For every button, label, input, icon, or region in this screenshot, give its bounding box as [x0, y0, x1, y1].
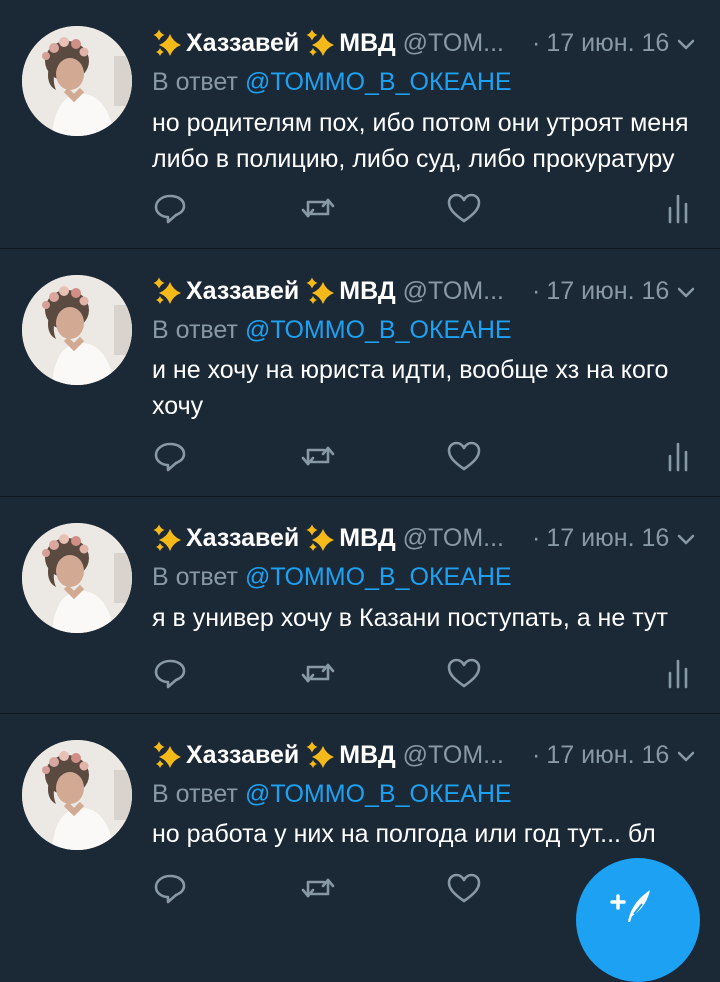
tweet[interactable]: Хаззавей МВД @TOM... · 17 июн. 16 В отве… — [0, 497, 720, 714]
tweet-text: но родителям пох, ибо потом они утроят м… — [152, 109, 689, 173]
reply-label: В ответ — [152, 563, 238, 591]
sparkles-icon — [152, 740, 182, 770]
tweet-actions — [0, 438, 720, 478]
author-name-left[interactable]: Хаззавей — [186, 29, 299, 58]
avatar[interactable] — [22, 523, 132, 633]
tweet[interactable]: Хаззавей МВД @TOM... · 17 июн. 16 В отве… — [0, 249, 720, 497]
tweet-date[interactable]: 17 июн. 16 — [546, 741, 669, 770]
tweet-date[interactable]: 17 июн. 16 — [546, 524, 669, 553]
analytics-icon[interactable] — [660, 655, 696, 691]
reply-label: В ответ — [152, 68, 238, 96]
avatar[interactable] — [22, 740, 132, 850]
tweet-text: я в универ хочу в Казани поступать, а не… — [152, 604, 668, 632]
tweet-actions — [0, 655, 720, 695]
chevron-down-icon[interactable] — [674, 281, 698, 305]
sparkles-icon — [152, 523, 182, 553]
analytics-icon[interactable] — [660, 438, 696, 474]
heart-icon[interactable] — [446, 190, 482, 226]
author-name-left[interactable]: Хаззавей — [186, 524, 299, 553]
author-handle[interactable]: @TOM... — [403, 29, 504, 58]
author-name-left[interactable]: Хаззавей — [186, 741, 299, 770]
tweet-header: Хаззавей МВД @TOM... · 17 июн. 16 — [152, 738, 669, 772]
sparkles-icon — [305, 740, 335, 770]
tweet[interactable]: Хаззавей МВД @TOM... · 17 июн. 16 В отве… — [0, 0, 720, 249]
reply-mention[interactable]: @ТОММО_В_ОКЕАНЕ — [245, 563, 512, 591]
retweet-icon[interactable] — [300, 870, 336, 906]
author-handle[interactable]: @TOM... — [403, 741, 504, 770]
tweet-header: Хаззавей МВД @TOM... · 17 июн. 16 — [152, 274, 669, 308]
reply-label: В ответ — [152, 316, 238, 344]
tweet-date[interactable]: 17 июн. 16 — [546, 29, 669, 58]
author-name-left[interactable]: Хаззавей — [186, 277, 299, 306]
tweet-text: и не хочу на юриста идти, вообще хз на к… — [152, 356, 669, 420]
author-name-right[interactable]: МВД — [339, 741, 395, 770]
heart-icon[interactable] — [446, 438, 482, 474]
reply-icon[interactable] — [152, 655, 188, 691]
sparkles-icon — [305, 276, 335, 306]
separator-dot: · — [531, 740, 541, 769]
reply-context: В ответ @ТОММО_В_ОКЕАНЕ — [152, 68, 512, 97]
author-handle[interactable]: @TOM... — [403, 524, 504, 553]
tweet-header: Хаззавей МВД @TOM... · 17 июн. 16 — [152, 521, 669, 555]
sparkles-icon — [152, 28, 182, 58]
reply-context: В ответ @ТОММО_В_ОКЕАНЕ — [152, 780, 512, 809]
compose-tweet-icon — [606, 880, 654, 928]
reply-mention[interactable]: @ТОММО_В_ОКЕАНЕ — [245, 780, 512, 808]
avatar[interactable] — [22, 26, 132, 136]
reply-label: В ответ — [152, 780, 238, 808]
compose-tweet-button[interactable] — [576, 858, 700, 982]
avatar[interactable] — [22, 275, 132, 385]
retweet-icon[interactable] — [300, 438, 336, 474]
reply-context: В ответ @ТОММО_В_ОКЕАНЕ — [152, 316, 512, 345]
sparkles-icon — [305, 28, 335, 58]
tweet-header: Хаззавей МВД @TOM... · 17 июн. 16 — [152, 26, 669, 60]
sparkles-icon — [305, 523, 335, 553]
author-handle[interactable]: @TOM... — [403, 277, 504, 306]
reply-mention[interactable]: @ТОММО_В_ОКЕАНЕ — [245, 316, 512, 344]
heart-icon[interactable] — [446, 655, 482, 691]
reply-mention[interactable]: @ТОММО_В_ОКЕАНЕ — [245, 68, 512, 96]
heart-icon[interactable] — [446, 870, 482, 906]
author-name-right[interactable]: МВД — [339, 277, 395, 306]
tweet-actions — [0, 190, 720, 230]
separator-dot: · — [531, 28, 541, 57]
reply-context: В ответ @ТОММО_В_ОКЕАНЕ — [152, 563, 512, 592]
separator-dot: · — [531, 523, 541, 552]
chevron-down-icon[interactable] — [674, 528, 698, 552]
reply-icon[interactable] — [152, 190, 188, 226]
author-name-right[interactable]: МВД — [339, 29, 395, 58]
analytics-icon[interactable] — [660, 190, 696, 226]
chevron-down-icon[interactable] — [674, 745, 698, 769]
reply-icon[interactable] — [152, 870, 188, 906]
reply-icon[interactable] — [152, 438, 188, 474]
author-name-right[interactable]: МВД — [339, 524, 395, 553]
tweet-date[interactable]: 17 июн. 16 — [546, 277, 669, 306]
separator-dot: · — [531, 276, 541, 305]
retweet-icon[interactable] — [300, 655, 336, 691]
sparkles-icon — [152, 276, 182, 306]
tweet-text: но работа у них на полгода или год тут..… — [152, 820, 656, 848]
retweet-icon[interactable] — [300, 190, 336, 226]
chevron-down-icon[interactable] — [674, 33, 698, 57]
